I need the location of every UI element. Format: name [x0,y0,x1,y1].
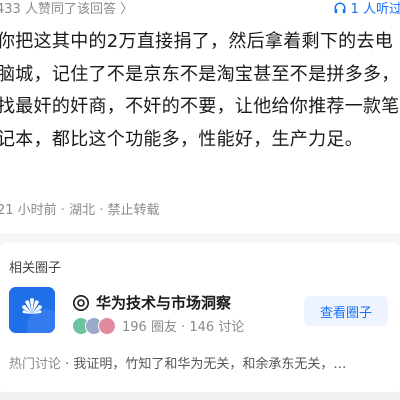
vote-summary-link[interactable]: 433 人赞同了该回答 〉 [0,0,133,17]
circle-stats-row: 196 圈友 · 146 讨论 [72,316,244,335]
hot-discussion-text: · 我证明，竹知了和华为无关，和余承东无关，… [61,357,347,372]
huawei-logo-graphic [9,287,55,333]
circle-name: 华为技术与市场洞察 [96,294,232,312]
target-icon [73,294,89,311]
hot-discussion-label: 热门讨论 [9,357,62,372]
bottom-divider [0,392,400,400]
headphone-icon [334,2,346,13]
related-circle-section: 相关圈子 华为技术与市场洞察 196 圈友 · 146 讨论 查看圈子 热门讨论… [0,233,400,400]
view-circle-button[interactable]: 查看圈子 [304,296,388,326]
listen-count-button[interactable]: 1 人听过 [333,0,400,17]
circle-name-row[interactable]: 华为技术与市场洞察 [72,292,231,313]
answer-meta: 21 小时前 · 湖北 · 禁止转载 [0,203,160,218]
member-avatar [98,316,116,335]
answer-topbar: 433 人赞同了该回答 〉 1 人听过 [0,0,400,18]
hot-discussion-row[interactable]: 热门讨论 · 我证明，竹知了和华为无关，和余承东无关，… [9,353,394,372]
circle-stats: 196 圈友 · 146 讨论 [122,320,245,335]
related-circle-title: 相关圈子 [9,261,62,276]
huawei-logo-icon[interactable] [9,287,55,333]
related-circle-card[interactable]: 相关圈子 华为技术与市场洞察 196 圈友 · 146 讨论 查看圈子 热门讨论… [0,243,400,393]
listen-count-label: 1 人听过 [350,2,400,17]
answer-body-text: 你把这其中的2万直接捐了，然后拿着剩下的去电脑城，记住了不是京东不是淘宝甚至不是… [0,31,400,150]
